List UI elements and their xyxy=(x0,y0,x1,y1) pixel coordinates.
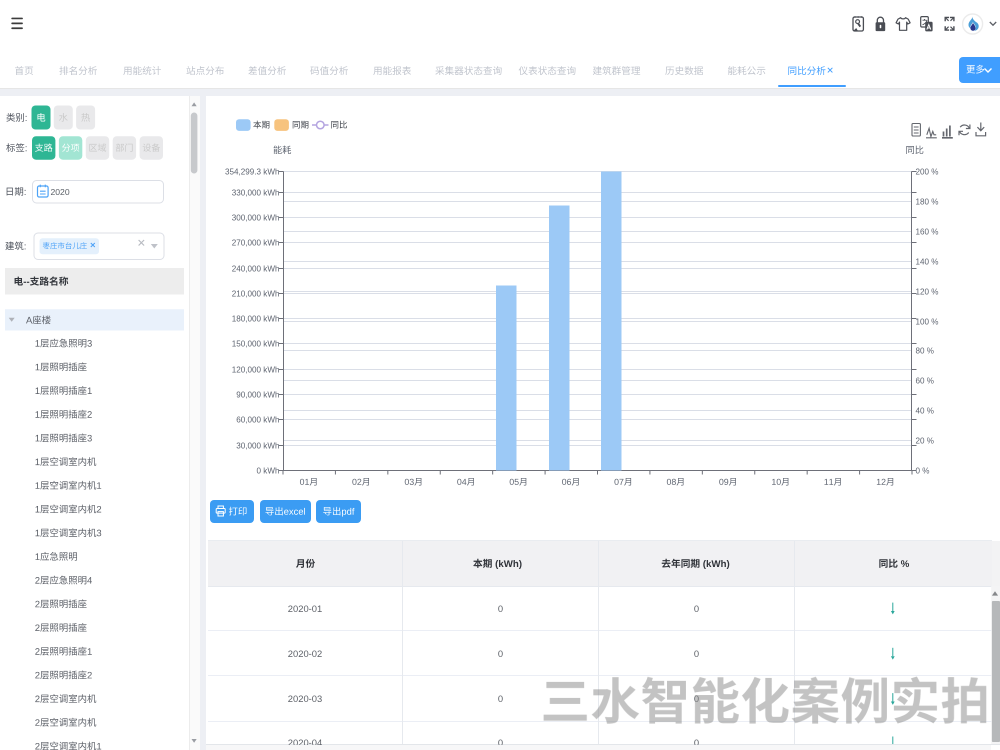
svg-text:100 %: 100 % xyxy=(916,317,939,326)
svg-text:180,000 kWh: 180,000 kWh xyxy=(232,314,280,323)
svg-text:120 %: 120 % xyxy=(916,287,939,296)
svg-text:0 %: 0 % xyxy=(916,466,930,475)
svg-text:120,000 kWh: 120,000 kWh xyxy=(232,365,280,374)
svg-text:20 %: 20 % xyxy=(916,436,934,445)
svg-text:180 %: 180 % xyxy=(916,197,939,206)
svg-text:200 %: 200 % xyxy=(916,167,939,176)
svg-text:30,000 kWh: 30,000 kWh xyxy=(236,441,279,450)
svg-text:150,000 kWh: 150,000 kWh xyxy=(232,339,280,348)
svg-text:60,000 kWh: 60,000 kWh xyxy=(236,415,279,424)
svg-text:0 kWh: 0 kWh xyxy=(257,466,280,475)
svg-text:140 %: 140 % xyxy=(916,257,939,266)
svg-text:90,000 kWh: 90,000 kWh xyxy=(236,390,279,399)
svg-text:300,000 kWh: 300,000 kWh xyxy=(232,213,280,222)
svg-text:270,000 kWh: 270,000 kWh xyxy=(232,238,280,247)
svg-text:40 %: 40 % xyxy=(916,406,934,415)
svg-text:160 %: 160 % xyxy=(916,227,939,236)
svg-text:240,000 kWh: 240,000 kWh xyxy=(232,264,280,273)
svg-text:354,299.3 kWh: 354,299.3 kWh xyxy=(225,167,279,176)
svg-text:330,000 kWh: 330,000 kWh xyxy=(232,188,280,197)
svg-text:210,000 kWh: 210,000 kWh xyxy=(232,289,280,298)
svg-text:60 %: 60 % xyxy=(916,376,934,385)
svg-text:80 %: 80 % xyxy=(916,346,934,355)
